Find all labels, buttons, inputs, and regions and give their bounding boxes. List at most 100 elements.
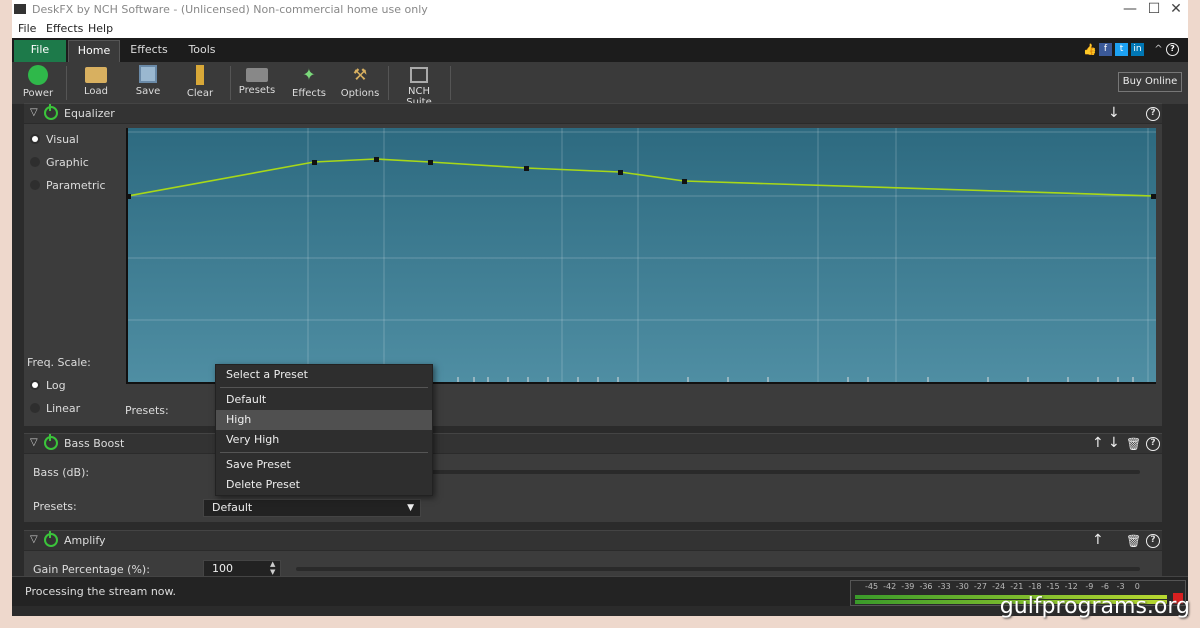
- mode-parametric-radio[interactable]: Parametric: [30, 179, 106, 192]
- facebook-icon[interactable]: f: [1099, 43, 1112, 56]
- mode-visual-label: Visual: [46, 133, 79, 146]
- help-icon[interactable]: ?: [1166, 43, 1179, 56]
- amplify-help-icon[interactable]: ?: [1146, 534, 1160, 548]
- bass-boost-header: ▽ Bass Boost ↑ ↓ 🗑 ?: [24, 433, 1162, 453]
- eq-point[interactable]: [128, 194, 131, 199]
- toolbar-divider: [388, 66, 389, 100]
- menu-effects[interactable]: Effects: [46, 22, 83, 35]
- menu-divider: [220, 387, 428, 388]
- effects-button[interactable]: ✦ Effects: [286, 64, 332, 102]
- eq-point[interactable]: [428, 160, 433, 165]
- gain-slider[interactable]: [296, 567, 1140, 571]
- presets-button[interactable]: Presets: [236, 64, 278, 102]
- save-icon: [139, 65, 157, 83]
- trash-icon[interactable]: 🗑: [1126, 534, 1141, 548]
- gain-stepper[interactable]: ▲ ▼: [270, 560, 280, 576]
- amplify-body: [24, 551, 1162, 577]
- preset-menu-header: Select a Preset: [226, 368, 308, 381]
- collapse-triangle-icon[interactable]: ▽: [30, 534, 38, 545]
- preset-high-item[interactable]: High: [216, 410, 432, 430]
- status-message: Processing the stream now.: [25, 585, 177, 598]
- amplify-power-icon[interactable]: [44, 531, 58, 547]
- move-up-icon[interactable]: ↑: [1092, 435, 1104, 451]
- bass-slider[interactable]: [432, 470, 1140, 474]
- collapse-ribbon-icon[interactable]: ^: [1152, 43, 1165, 56]
- save-preset-item[interactable]: Save Preset: [216, 455, 432, 475]
- broom-icon: [196, 65, 204, 85]
- bass-boost-title: Bass Boost: [64, 437, 125, 450]
- collapse-triangle-icon[interactable]: ▽: [30, 107, 38, 118]
- eq-point[interactable]: [618, 170, 623, 175]
- options-button[interactable]: ⚒ Options: [338, 64, 382, 102]
- nch-suite-button[interactable]: NCH Suite: [394, 64, 444, 108]
- dropdown-arrow-icon: ▼: [407, 503, 414, 513]
- eq-point[interactable]: [682, 179, 687, 184]
- save-label: Save: [135, 86, 161, 97]
- maximize-button[interactable]: ☐: [1142, 1, 1166, 17]
- clear-label: Clear: [186, 88, 214, 99]
- app-icon: [14, 4, 26, 14]
- preset-default-item[interactable]: Default: [216, 390, 432, 410]
- bass-boost-help-icon[interactable]: ?: [1146, 437, 1160, 451]
- nch-suite-icon: [410, 67, 428, 83]
- gain-percentage-label: Gain Percentage (%):: [33, 563, 150, 576]
- mode-graphic-radio[interactable]: Graphic: [30, 156, 89, 169]
- menu-bar: File Effects Help: [12, 20, 1188, 38]
- load-button[interactable]: Load: [74, 64, 118, 102]
- close-button[interactable]: ✕: [1164, 1, 1188, 17]
- menu-help[interactable]: Help: [88, 22, 113, 35]
- linkedin-icon[interactable]: in: [1131, 43, 1144, 56]
- preset-dropdown-menu: Select a Preset Default High Very High S…: [215, 364, 433, 496]
- eq-point[interactable]: [312, 160, 317, 165]
- equalizer-power-icon[interactable]: [44, 104, 58, 120]
- eq-point[interactable]: [374, 157, 379, 162]
- toolbar-divider: [230, 66, 231, 100]
- bass-presets-label: Presets:: [33, 500, 77, 513]
- twitter-icon[interactable]: t: [1115, 43, 1128, 56]
- trash-icon[interactable]: 🗑: [1126, 437, 1141, 451]
- bass-preset-value: Default: [212, 501, 253, 514]
- app-window: DeskFX by NCH Software - (Unlicensed) No…: [12, 0, 1188, 616]
- minimize-button[interactable]: —: [1118, 1, 1142, 17]
- power-button[interactable]: Power: [14, 64, 62, 102]
- tab-effects[interactable]: Effects: [124, 40, 174, 62]
- delete-preset-item[interactable]: Delete Preset: [216, 475, 432, 495]
- collapse-triangle-icon[interactable]: ▽: [30, 437, 38, 448]
- amplify-title: Amplify: [64, 534, 106, 547]
- thumbs-up-icon[interactable]: 👍: [1083, 43, 1097, 56]
- bass-db-label: Bass (dB):: [33, 466, 90, 479]
- ribbon-tabs: File Home Effects Tools 👍 f t in ^ ?: [12, 38, 1188, 62]
- bass-preset-select[interactable]: Default ▼: [203, 499, 421, 517]
- eq-control-points[interactable]: [128, 157, 1156, 199]
- scale-linear-label: Linear: [46, 402, 81, 415]
- mode-visual-radio[interactable]: Visual: [30, 133, 79, 146]
- bass-boost-power-icon[interactable]: [44, 434, 58, 450]
- move-down-icon[interactable]: ↓: [1108, 105, 1120, 121]
- eq-point[interactable]: [1151, 194, 1156, 199]
- tab-home[interactable]: Home: [68, 40, 120, 62]
- eq-point[interactable]: [524, 166, 529, 171]
- presets-label: Presets: [238, 85, 276, 96]
- move-down-icon[interactable]: ↓: [1108, 435, 1120, 451]
- scale-linear-radio[interactable]: Linear: [30, 402, 80, 415]
- amplify-header: ▽ Amplify ↑ 🗑 ?: [24, 530, 1162, 550]
- equalizer-header: ▽ Equalizer ↓ ?: [24, 103, 1162, 123]
- title-bar: DeskFX by NCH Software - (Unlicensed) No…: [12, 0, 1188, 20]
- effects-label: Effects: [292, 88, 326, 99]
- tab-file[interactable]: File: [14, 40, 66, 62]
- radio-dot: [30, 157, 40, 167]
- effects-icon: ✦: [302, 65, 316, 84]
- tab-tools[interactable]: Tools: [178, 40, 226, 62]
- move-up-icon[interactable]: ↑: [1092, 532, 1104, 548]
- equalizer-help-icon[interactable]: ?: [1146, 107, 1160, 121]
- scale-log-radio[interactable]: Log: [30, 379, 66, 392]
- menu-file[interactable]: File: [18, 22, 36, 35]
- freq-scale-label: Freq. Scale:: [27, 356, 91, 369]
- scale-log-label: Log: [46, 379, 66, 392]
- preset-very-high-item[interactable]: Very High: [216, 430, 432, 450]
- clear-button[interactable]: Clear: [178, 64, 222, 102]
- save-button[interactable]: Save: [126, 64, 170, 102]
- buy-online-button[interactable]: Buy Online: [1118, 72, 1182, 92]
- equalizer-graph[interactable]: [126, 128, 1156, 384]
- radio-dot: [30, 134, 40, 144]
